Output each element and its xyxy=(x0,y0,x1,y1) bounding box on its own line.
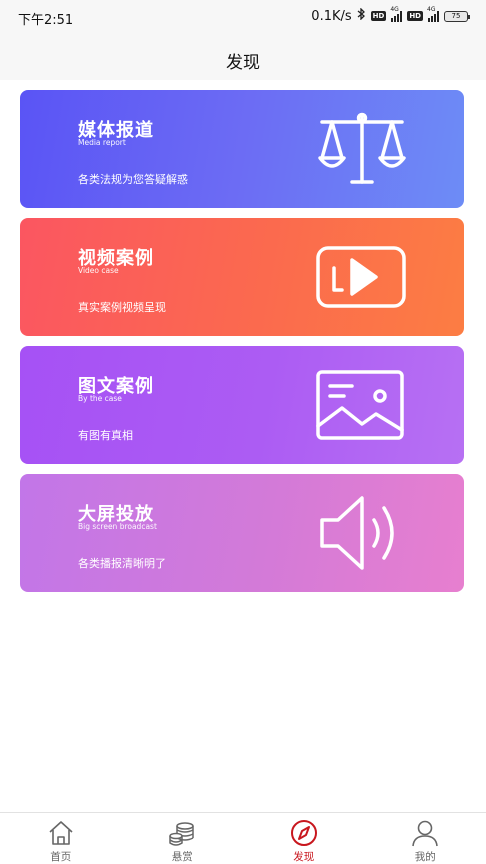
card-description: 有图有真相 xyxy=(78,429,133,442)
page-header: 发现 xyxy=(0,34,486,80)
home-icon xyxy=(49,821,73,845)
card-subtitle: Media report xyxy=(78,138,126,147)
hd-badge: HD xyxy=(370,11,387,21)
card-subtitle: Big screen broadcast xyxy=(78,522,157,531)
signal-icon-2: 4G xyxy=(427,6,439,22)
tab-discover[interactable]: 发现 xyxy=(243,813,365,864)
video-play-icon xyxy=(316,246,406,308)
tab-reward[interactable]: 悬赏 xyxy=(122,813,244,864)
card-description: 真实案例视频呈现 xyxy=(78,301,166,314)
card-subtitle: Video case xyxy=(78,266,119,275)
scales-icon xyxy=(318,112,406,184)
card-media-report[interactable]: 媒体报道 Media report 各类法规为您答疑解惑 xyxy=(20,90,464,208)
card-subtitle: By the case xyxy=(78,394,122,403)
page-title: 发现 xyxy=(226,53,260,73)
status-time: 下午2:51 xyxy=(18,13,74,28)
coins-icon xyxy=(169,822,194,846)
card-description: 各类播报清晰明了 xyxy=(78,557,166,570)
tab-home[interactable]: 首页 xyxy=(0,813,122,864)
status-indicators: 0.1K/s HD 4G HD 4G 75 xyxy=(311,6,470,24)
card-video-case[interactable]: 视频案例 Video case 真实案例视频呈现 xyxy=(20,218,464,336)
user-icon xyxy=(412,820,439,847)
tab-label: 我的 xyxy=(414,851,436,863)
tab-label: 悬赏 xyxy=(171,851,193,863)
network-speed: 0.1K/s xyxy=(311,8,352,24)
picture-icon xyxy=(316,370,404,440)
card-big-screen[interactable]: 大屏投放 Big screen broadcast 各类播报清晰明了 xyxy=(20,474,464,592)
bluetooth-icon xyxy=(357,7,366,24)
tab-label: 发现 xyxy=(293,851,315,863)
tab-label: 首页 xyxy=(50,851,72,863)
hd-badge-2: HD xyxy=(407,11,423,21)
battery-icon: 75 xyxy=(444,10,470,22)
signal-icon: 4G xyxy=(390,6,403,22)
status-bar: 下午2:51 0.1K/s HD 4G HD 4G 75 xyxy=(0,0,486,34)
speaker-icon xyxy=(320,496,394,570)
bottom-tab-bar: 首页 悬赏 发现 我的 xyxy=(0,812,486,864)
tab-mine[interactable]: 我的 xyxy=(365,813,486,864)
card-description: 各类法规为您答疑解惑 xyxy=(78,173,188,186)
compass-icon xyxy=(290,820,317,846)
card-picture-case[interactable]: 图文案例 By the case 有图有真相 xyxy=(20,346,464,464)
